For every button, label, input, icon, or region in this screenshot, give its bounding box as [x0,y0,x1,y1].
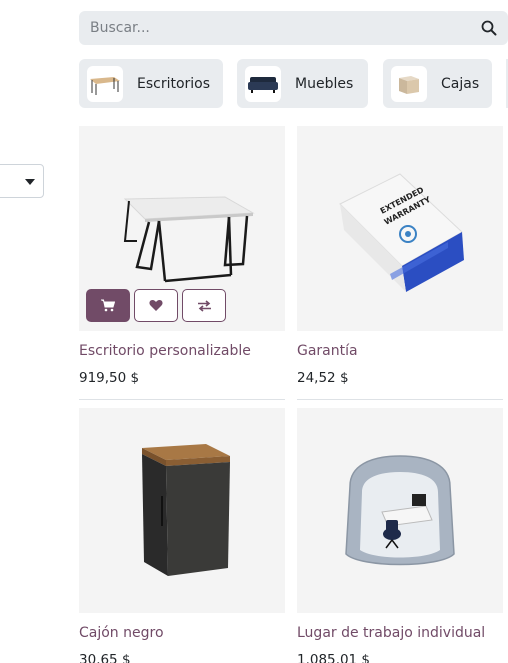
sofa-thumbnail [245,65,281,102]
workplace-pod-image [345,454,455,565]
caret-down-icon [25,179,35,185]
product-image[interactable] [79,408,285,613]
category-escritorios[interactable]: Escritorios [79,59,223,108]
category-muebles[interactable]: Muebles [237,59,368,108]
drawer-cabinet-image [142,443,230,576]
desk-thumbnail [87,65,123,102]
product-image[interactable] [297,408,503,613]
desk-image [123,195,255,282]
search-icon [481,20,497,36]
product-name[interactable]: Cajón negro [79,624,285,642]
product-image[interactable] [79,126,285,331]
card-divider [297,399,503,400]
heart-icon [149,300,163,311]
card-divider [79,399,285,400]
add-to-compare-button[interactable] [182,289,226,322]
shop-page: Escritorios Muebles Cajas [0,0,508,663]
category-label: Muebles [295,75,354,92]
search-bar [79,11,508,45]
product-name[interactable]: Lugar de trabajo individual [297,624,503,642]
product-actions [86,289,226,322]
product-image[interactable]: EXTENDED WARRANTY [297,126,503,331]
category-label: Cajas [441,75,480,92]
product-price: 1.085,01 $ [297,652,370,663]
search-input[interactable] [79,11,470,45]
search-button[interactable] [470,11,508,45]
compare-arrows-icon [197,299,211,312]
product-card: Cajón negro 30,65 $ [79,408,285,663]
product-name[interactable]: Garantía [297,342,503,360]
product-price: 919,50 $ [79,370,140,386]
add-to-wishlist-button[interactable] [134,289,178,322]
add-to-cart-button[interactable] [86,289,130,322]
category-cajas[interactable]: Cajas [383,59,492,108]
warranty-box-image: EXTENDED WARRANTY [339,172,464,292]
product-card: EXTENDED WARRANTY Garantía 24,52 $ [297,126,503,400]
product-price: 24,52 $ [297,370,349,386]
category-label: Escritorios [137,75,211,92]
product-price: 30,65 $ [79,652,131,663]
sort-select[interactable] [0,164,44,198]
product-name[interactable]: Escritorio personalizable [79,342,285,360]
cart-icon [101,299,115,312]
product-card: Lugar de trabajo individual 1.085,01 $ [297,408,503,663]
product-card: Escritorio personalizable 919,50 $ [79,126,285,400]
box-thumbnail [391,65,427,102]
